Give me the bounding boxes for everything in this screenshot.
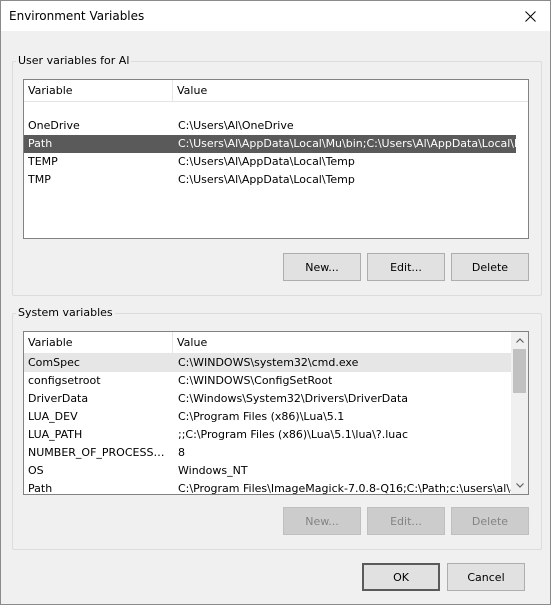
table-row[interactable]: LUA_DEV C:\Program Files (x86)\Lua\5.1 [24,408,511,426]
chevron-up-icon [515,338,524,343]
table-row[interactable]: OS Windows_NT [24,462,511,480]
table-row[interactable]: TMP C:\Users\Al\AppData\Local\Temp [24,171,516,189]
table-row[interactable]: LUA_PATH ;;C:\Program Files (x86)\Lua\5.1… [24,426,511,444]
close-button[interactable] [510,1,550,31]
system-new-button[interactable]: New... [283,507,361,535]
variable-name-cell: DriverData [28,392,89,405]
user-delete-button[interactable]: Delete [451,253,529,281]
environment-variables-dialog: Environment Variables User variables for… [0,0,551,605]
variable-value-cell: C:\WINDOWS\ConfigSetRoot [178,374,333,387]
system-edit-button[interactable]: Edit... [367,507,445,535]
window-title: Environment Variables [9,9,145,23]
user-new-button[interactable]: New... [283,253,361,281]
system-variables-label: System variables [16,306,115,319]
user-edit-button[interactable]: Edit... [367,253,445,281]
variable-name-cell: LUA_DEV [28,410,78,423]
close-icon [524,10,536,22]
variable-name-cell: OneDrive [28,119,80,132]
column-header-value[interactable]: Value [173,80,528,101]
table-row[interactable]: ComSpec C:\WINDOWS\system32\cmd.exe [24,354,511,372]
list-header: Variable Value [24,332,511,354]
variable-value-cell: C:\Program Files (x86)\Lua\5.1 [178,410,345,423]
scroll-up-button[interactable] [511,332,528,349]
vertical-scrollbar[interactable] [511,332,528,494]
chevron-down-icon [515,483,524,488]
scroll-down-button[interactable] [511,477,528,494]
user-variables-label: User variables for Al [16,54,132,67]
system-variables-list[interactable]: Variable Value ComSpec C:\WINDOWS\system3… [23,331,529,495]
system-delete-button[interactable]: Delete [451,507,529,535]
variable-value-cell: C:\Users\Al\AppData\Local\Temp [178,173,355,186]
variable-name-cell: OS [28,464,44,477]
variable-value-cell: C:\Users\Al\OneDrive [178,119,294,132]
user-variables-list[interactable]: Variable Value OneDrive C:\Users\Al\OneDr… [23,79,529,239]
variable-name-cell: TMP [28,173,51,186]
table-row[interactable]: OneDrive C:\Users\Al\OneDrive [24,117,516,135]
title-bar[interactable]: Environment Variables [1,1,550,31]
variable-value-cell: Windows_NT [178,464,248,477]
variable-name-cell: configsetroot [28,374,101,387]
scroll-thumb[interactable] [513,349,526,393]
ok-button[interactable]: OK [362,563,440,591]
variable-name-cell: TEMP [28,155,58,168]
column-header-value[interactable]: Value [173,332,511,353]
column-header-variable[interactable]: Variable [24,332,173,353]
variable-value-cell: 8 [178,446,185,459]
variable-value-cell: C:\Windows\System32\Drivers\DriverData [178,392,409,405]
user-variables-group: User variables for Al Variable Value One… [12,54,542,296]
variable-value-cell: ;;C:\Program Files (x86)\Lua\5.1\lua\?.l… [178,428,409,441]
system-variables-group: System variables Variable Value ComSpec C… [12,306,542,550]
variable-name-cell: Path [28,137,53,150]
table-row[interactable]: NUMBER_OF_PROCESSORS 8 [24,444,511,462]
variable-name-cell: Path [28,482,53,495]
cancel-button[interactable]: Cancel [447,563,525,591]
variable-name-cell: NUMBER_OF_PROCESSORS [28,446,170,459]
table-row[interactable]: DriverData C:\Windows\System32\Drivers\Dr… [24,390,511,408]
variable-name-cell: ComSpec [28,356,80,369]
variable-name-cell: LUA_PATH [28,428,83,441]
table-row[interactable]: Path C:\Users\Al\AppData\Local\Mu\bin;C:\… [24,135,528,153]
variable-value-cell: C:\Users\Al\AppData\Local\Mu\bin;C:\User… [178,137,529,150]
variable-value-cell: C:\WINDOWS\system32\cmd.exe [178,356,359,369]
table-row[interactable]: Path C:\Program Files\ImageMagick-7.0.8-Q… [24,480,528,495]
column-header-variable[interactable]: Variable [24,80,173,101]
list-header: Variable Value [24,80,528,102]
table-row[interactable]: configsetroot C:\WINDOWS\ConfigSetRoot [24,372,511,390]
variable-value-cell: C:\Program Files\ImageMagick-7.0.8-Q16;C… [178,482,529,495]
variable-value-cell: C:\Users\Al\AppData\Local\Temp [178,155,355,168]
table-row[interactable]: TEMP C:\Users\Al\AppData\Local\Temp [24,153,516,171]
